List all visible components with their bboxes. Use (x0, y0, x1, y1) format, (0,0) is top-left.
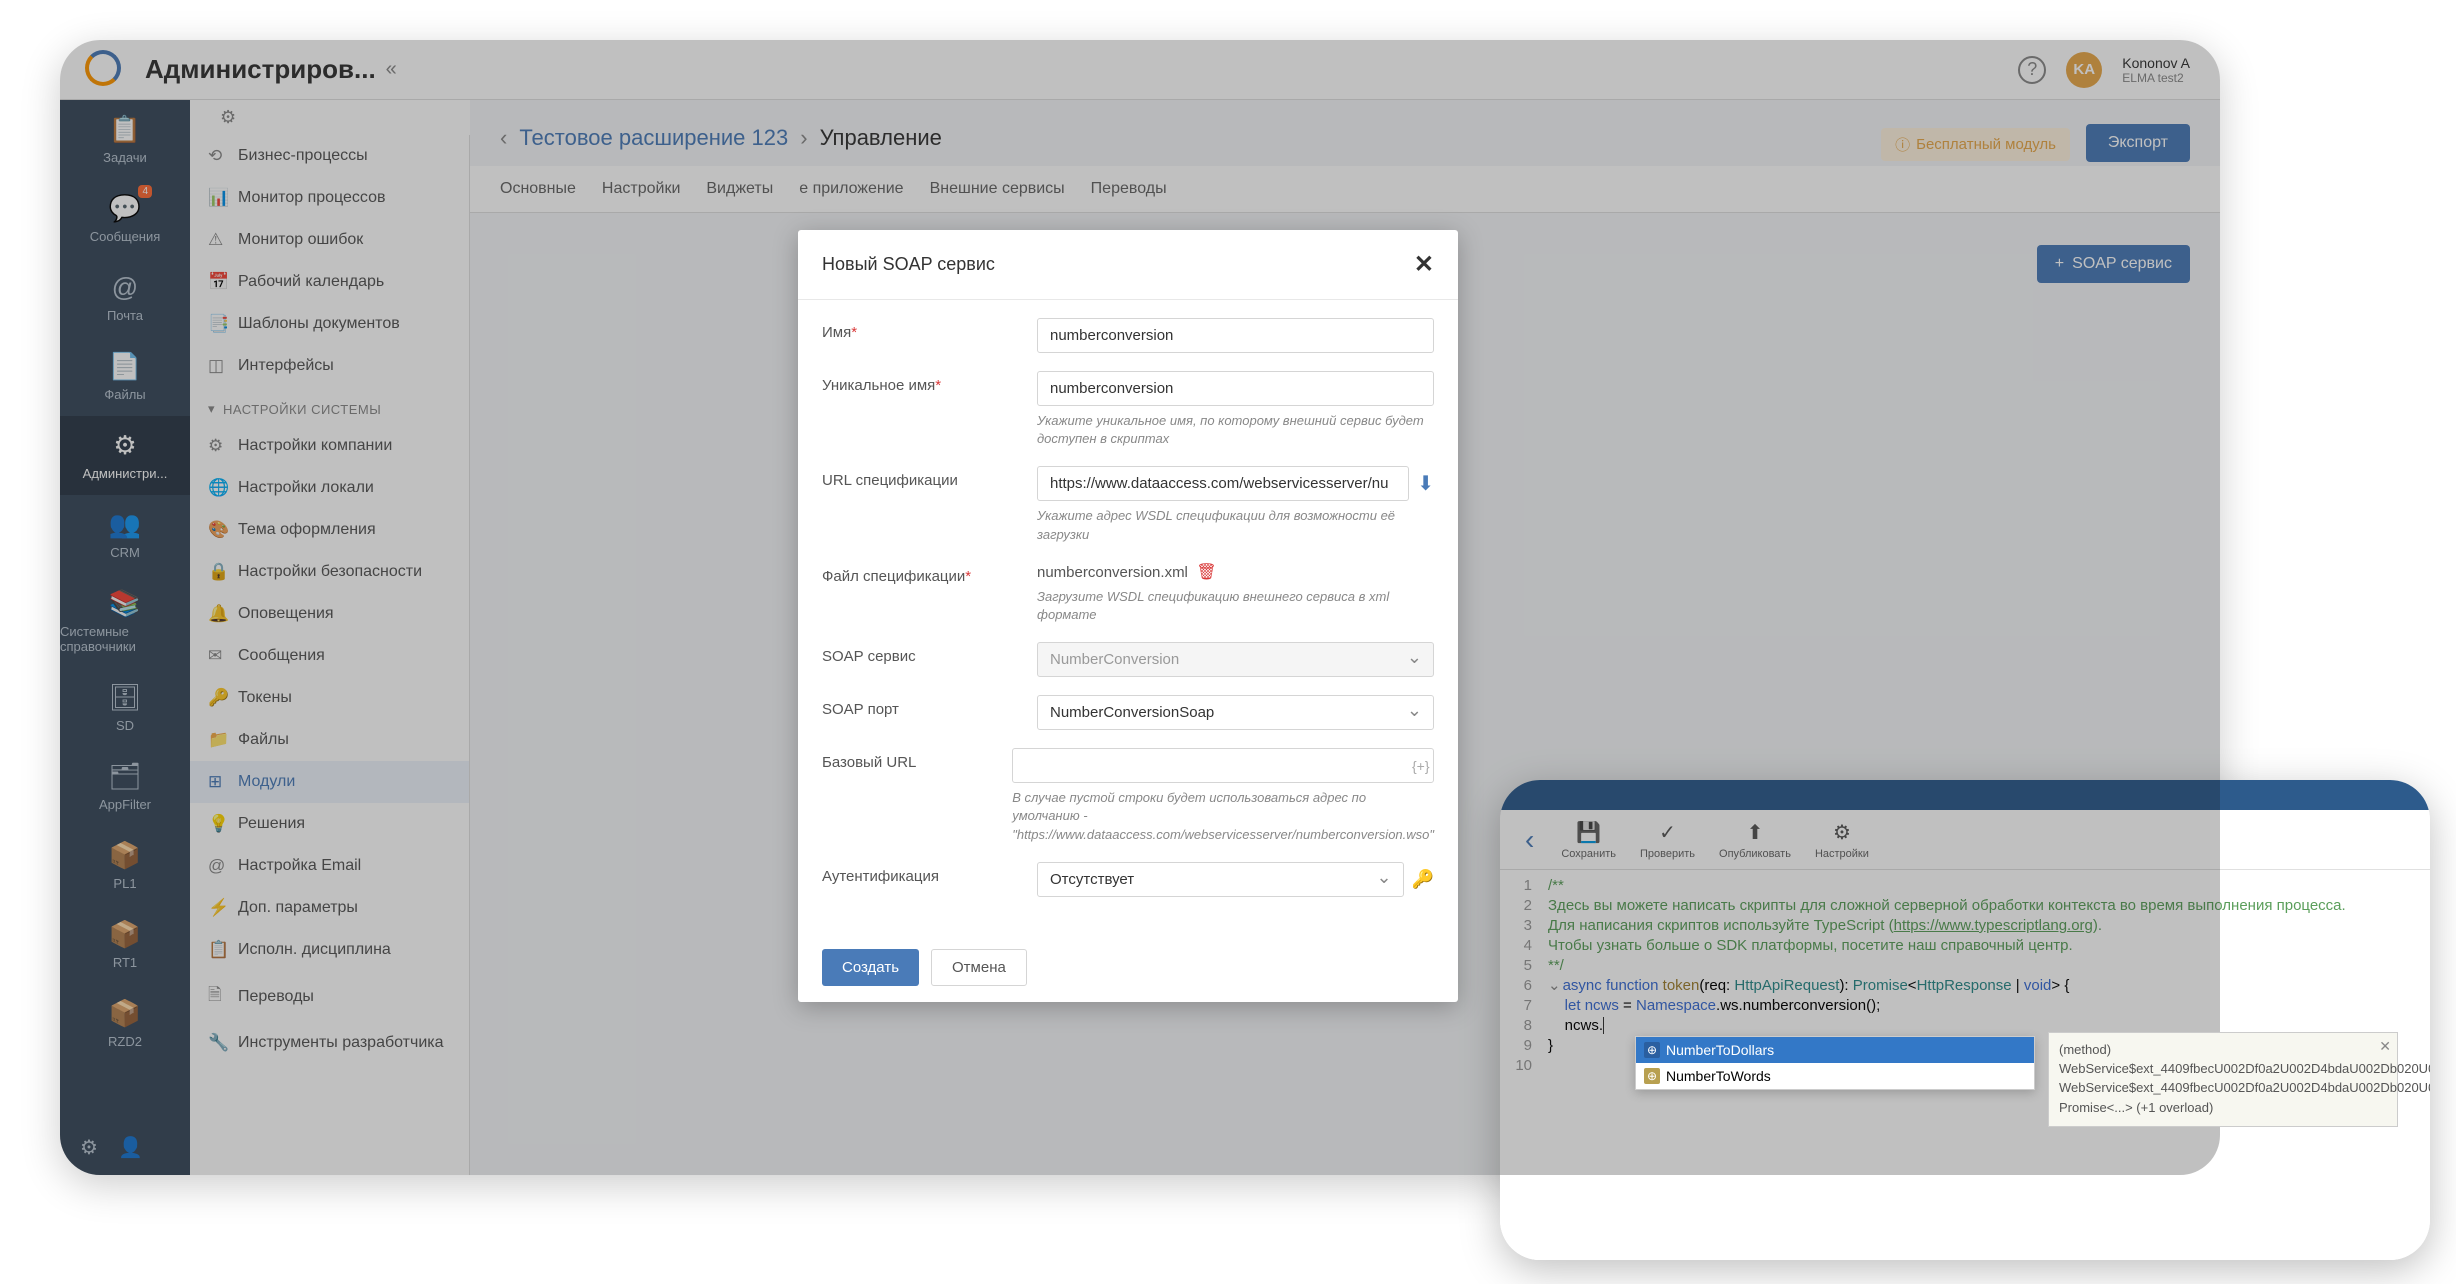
trash-icon[interactable]: 🗑 (1196, 564, 1216, 581)
method-icon: ⊕ (1644, 1068, 1660, 1084)
tooltip-close-icon[interactable]: ✕ (2379, 1037, 2391, 1057)
unique-name-input[interactable] (1037, 371, 1434, 406)
autocomplete-item[interactable]: ⊕NumberToDollars (1636, 1037, 2034, 1063)
main-app-window: Администриров... « ? KA Kononov A ELMA t… (60, 40, 2220, 1175)
autocomplete-item[interactable]: ⊕NumberToWords (1636, 1063, 2034, 1089)
modal-title: Новый SOAP сервис (822, 254, 995, 275)
base-url-input[interactable] (1012, 748, 1434, 783)
method-icon: ⊕ (1644, 1042, 1660, 1058)
create-button[interactable]: Создать (822, 949, 919, 986)
cancel-button[interactable]: Отмена (931, 949, 1027, 986)
new-soap-service-modal: Новый SOAP сервис ✕ Имя* Уникальное имя*… (798, 230, 1458, 1002)
spec-file-link[interactable]: numberconversion.xml (1037, 564, 1188, 581)
autocomplete-popup[interactable]: ⊕NumberToDollars⊕NumberToWords (1635, 1036, 2035, 1090)
key-icon[interactable]: 🔑 (1412, 869, 1434, 890)
signature-tooltip: ✕ (method) WebService$ext_4409fbecU002Df… (2048, 1032, 2398, 1127)
auth-select[interactable] (1037, 862, 1404, 897)
download-icon[interactable]: ⬇ (1417, 471, 1434, 496)
close-icon[interactable]: ✕ (1414, 250, 1434, 279)
soap-service-select[interactable] (1037, 642, 1434, 677)
soap-port-select[interactable] (1037, 695, 1434, 730)
url-spec-input[interactable] (1037, 466, 1409, 501)
name-input[interactable] (1037, 318, 1434, 353)
vars-icon[interactable]: {+} (1412, 758, 1430, 774)
